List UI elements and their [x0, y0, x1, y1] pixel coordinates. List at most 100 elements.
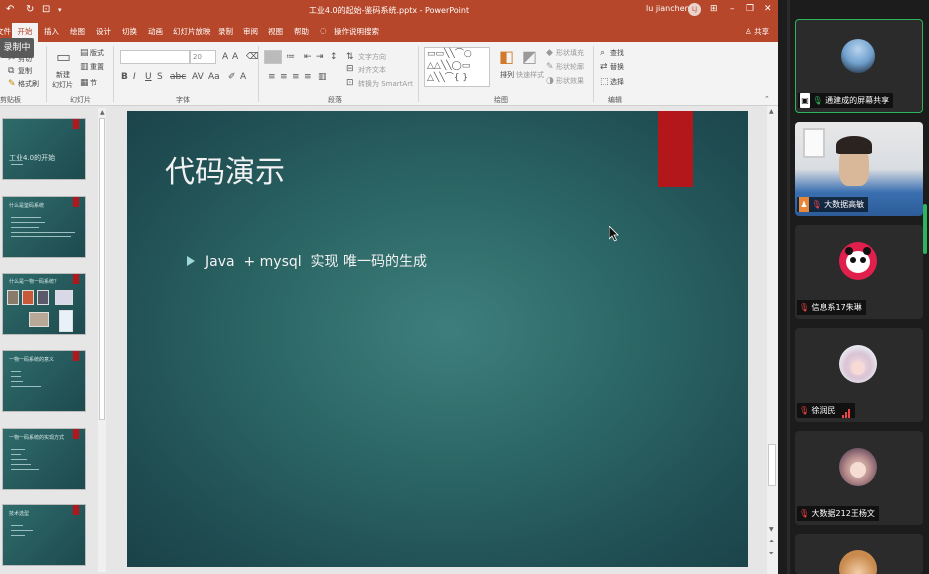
shape-outline-button[interactable]: 形状轮廓	[556, 62, 584, 72]
user-avatar[interactable]: LJ	[688, 3, 701, 16]
copy-button[interactable]: 复制	[18, 66, 32, 76]
slide-canvas[interactable]: 代码演示 Java + mysql 实现 唯一码的生成	[127, 111, 748, 567]
tab-record[interactable]: 录制	[218, 26, 233, 37]
italic-button[interactable]: I	[133, 72, 136, 82]
quick-styles-icon[interactable]: ◩	[522, 48, 537, 66]
copy-icon[interactable]: ⧉	[8, 66, 14, 76]
panel-scrollbar[interactable]	[923, 204, 927, 254]
quick-styles-button[interactable]: 快速样式	[516, 70, 544, 80]
tab-review[interactable]: 审阅	[243, 26, 258, 37]
columns-icon[interactable]: ▥	[318, 72, 327, 82]
slide-thumbnail[interactable]: 工业4.0的开始	[2, 118, 86, 180]
tab-design[interactable]: 设计	[96, 26, 111, 37]
participant-tile[interactable]: 🎙 信息系17朱琳	[795, 225, 923, 319]
participant-tile[interactable]: 🎙 徐润民	[795, 328, 923, 422]
mic-muted-icon[interactable]: 🎙	[799, 300, 809, 315]
tab-draw[interactable]: 绘图	[70, 26, 85, 37]
slide-thumbnail[interactable]: 什么是鉴码系统	[2, 196, 86, 258]
arrange-button[interactable]: 排列	[500, 70, 514, 80]
slide-bullet[interactable]: Java + mysql 实现 唯一码的生成	[205, 251, 427, 271]
strikethrough-icon[interactable]: abc	[170, 72, 186, 82]
line-spacing-icon[interactable]: ↕	[330, 52, 338, 62]
participant-tile[interactable]: 🎙 大数据212王杨文	[795, 431, 923, 525]
justify-icon[interactable]: ≡	[304, 72, 312, 82]
participant-tile[interactable]: ▣ 🎙 通建成的屏幕共享	[795, 19, 923, 113]
ribbon-display-icon[interactable]: ⊞	[710, 3, 718, 15]
format-painter-icon[interactable]: ✎	[8, 79, 16, 89]
collapse-ribbon-icon[interactable]: ⌃	[764, 94, 770, 104]
previous-slide-icon[interactable]: ⏶	[769, 538, 774, 546]
font-name-field[interactable]	[120, 50, 190, 64]
slide-thumbnail[interactable]: 一物一码系统的意义	[2, 350, 86, 412]
share-button[interactable]: ♙ 共享	[745, 26, 769, 37]
new-slide-label-1[interactable]: 新建	[56, 70, 70, 80]
scroll-thumb[interactable]	[768, 444, 776, 486]
font-size-field[interactable]: 20	[190, 50, 216, 64]
close-icon[interactable]: ✕	[764, 3, 772, 15]
text-direction-button[interactable]: 文字方向	[358, 52, 386, 62]
increase-indent-icon[interactable]: ⇥	[316, 52, 324, 62]
slide-thumbnail[interactable]: 技术选型	[2, 504, 86, 566]
shadow-button[interactable]: S	[157, 72, 163, 82]
align-right-icon[interactable]: ≡	[292, 72, 300, 82]
arrange-icon[interactable]: ◧	[499, 48, 514, 66]
tab-slideshow[interactable]: 幻灯片放映	[173, 26, 211, 37]
minimize-icon[interactable]: –	[730, 3, 735, 15]
mic-on-icon[interactable]: 🎙	[813, 93, 823, 108]
maximize-icon[interactable]: ❐	[746, 3, 754, 15]
tab-help[interactable]: 帮助	[294, 26, 309, 37]
tab-transitions[interactable]: 切换	[122, 26, 137, 37]
clear-format-icon[interactable]: ⌫	[246, 52, 259, 62]
shape-fill-icon[interactable]: ◆	[546, 48, 553, 58]
numbering-icon[interactable]: ≔	[286, 52, 295, 62]
decrease-indent-icon[interactable]: ⇤	[304, 52, 312, 62]
slide-thumbnail[interactable]: 一物一码系统的实现方式	[2, 428, 86, 490]
find-icon[interactable]: ⌕	[600, 48, 605, 58]
scroll-up-icon[interactable]: ▲	[769, 108, 774, 115]
tell-me-search[interactable]: 操作说明搜索	[334, 26, 379, 37]
tab-view[interactable]: 视图	[268, 26, 283, 37]
scroll-thumb[interactable]	[99, 118, 105, 420]
mic-muted-icon[interactable]: 🎙	[799, 506, 809, 521]
replace-icon[interactable]: ⇄	[600, 62, 608, 72]
thumbnails-scrollbar[interactable]: ▲	[98, 108, 106, 572]
participant-tile[interactable]	[795, 534, 923, 574]
highlight-icon[interactable]: ✐	[228, 72, 236, 82]
shapes-gallery[interactable]: ▭▭╲╲⌒○ △△╲╲◯▭ △╲╲⌒{ }	[424, 47, 490, 87]
underline-button[interactable]: U	[145, 72, 152, 82]
layout-icon[interactable]: ▤	[80, 48, 89, 58]
grow-font-icon[interactable]: A	[222, 52, 228, 62]
next-slide-icon[interactable]: ⏷	[769, 550, 774, 558]
section-button[interactable]: 节	[90, 78, 97, 88]
shape-fill-button[interactable]: 形状填充	[556, 48, 584, 58]
slide-title[interactable]: 代码演示	[165, 147, 285, 191]
text-direction-icon[interactable]: ⇅	[346, 52, 354, 62]
layout-button[interactable]: 版式	[90, 48, 104, 58]
scroll-up-icon[interactable]: ▲	[100, 109, 105, 116]
reset-icon[interactable]: ▥	[80, 62, 89, 72]
shape-outline-icon[interactable]: ✎	[546, 62, 554, 72]
align-left-icon[interactable]: ≡	[268, 72, 276, 82]
bold-button[interactable]: B	[121, 72, 128, 82]
align-text-icon[interactable]: ⊟	[346, 64, 354, 74]
new-slide-label-2[interactable]: 幻灯片	[52, 80, 73, 90]
change-case-icon[interactable]: Aa	[208, 72, 220, 82]
tab-insert[interactable]: 插入	[44, 26, 59, 37]
scroll-down-icon[interactable]: ▼	[769, 526, 774, 533]
shape-effects-button[interactable]: 形状效果	[556, 76, 584, 86]
align-center-icon[interactable]: ≡	[280, 72, 288, 82]
shrink-font-icon[interactable]: A	[232, 52, 238, 62]
slide-thumbnail[interactable]: 什么是一物一码系统？	[2, 273, 86, 335]
participant-tile[interactable]: ♟ 🎙 大数据高敏	[795, 122, 923, 216]
reset-button[interactable]: 重置	[90, 62, 104, 72]
align-text-button[interactable]: 对齐文本	[358, 65, 386, 75]
smartart-button[interactable]: 转换为 SmartArt	[358, 79, 413, 89]
find-button[interactable]: 查找	[610, 48, 624, 58]
mic-muted-icon[interactable]: 🎙	[799, 403, 809, 418]
select-button[interactable]: 选择	[610, 77, 624, 87]
shape-effects-icon[interactable]: ◑	[546, 76, 554, 86]
spacing-icon[interactable]: AV	[192, 72, 204, 82]
tab-file[interactable]: 文件	[0, 26, 11, 37]
new-slide-icon[interactable]: ▭	[56, 48, 71, 66]
font-color-icon[interactable]: A	[240, 72, 246, 82]
